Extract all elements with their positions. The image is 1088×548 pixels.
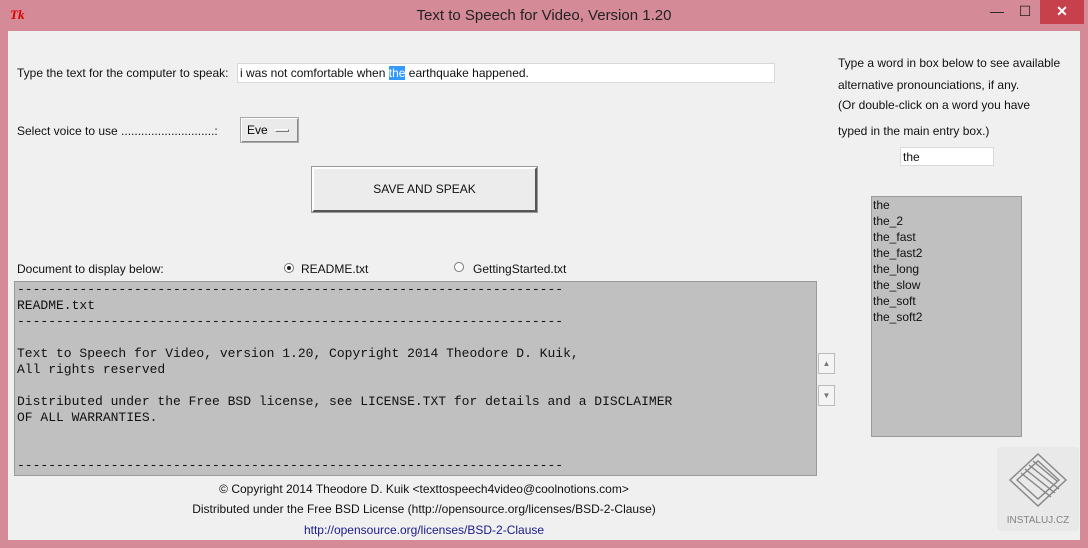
- close-button[interactable]: ✕: [1040, 0, 1084, 24]
- gettingstarted-radio-label: GettingStarted.txt: [473, 262, 567, 276]
- list-item[interactable]: the_soft: [872, 293, 1021, 309]
- list-item[interactable]: the_2: [872, 213, 1021, 229]
- window-title: Text to Speech for Video, Version 1.20: [416, 7, 672, 24]
- side-instruction-line: alternative pronounciations, if any.: [838, 78, 1020, 92]
- document-text-area[interactable]: ----------------------------------------…: [14, 281, 817, 476]
- watermark-logo-icon: [1008, 453, 1068, 507]
- document-line: Distributed under the Free BSD license, …: [17, 394, 673, 409]
- list-item[interactable]: the_long: [872, 261, 1021, 277]
- list-item[interactable]: the: [872, 197, 1021, 213]
- option-menu-indicator-icon: [275, 129, 289, 132]
- readme-radio-icon[interactable]: [284, 263, 294, 273]
- speech-text-before: i was not comfortable when: [240, 66, 389, 80]
- document-line: Text to Speech for Video, version 1.20, …: [17, 346, 579, 361]
- voice-label: Select voice to use ....................…: [17, 124, 218, 138]
- client-area: Type the text for the computer to speak:…: [8, 31, 1080, 540]
- watermark-badge: INSTALUJ.CZ: [997, 447, 1079, 531]
- word-input[interactable]: the: [900, 147, 994, 166]
- side-instruction-line: typed in the main entry box.): [838, 124, 990, 138]
- speech-text-input[interactable]: i was not comfortable when the earthquak…: [237, 63, 775, 83]
- minimize-button[interactable]: —: [984, 0, 1010, 24]
- list-item[interactable]: the_soft2: [872, 309, 1021, 325]
- watermark-text: INSTALUJ.CZ: [1006, 515, 1070, 526]
- maximize-button[interactable]: ☐: [1012, 0, 1038, 24]
- document-line: All rights reserved: [17, 362, 166, 377]
- save-and-speak-button[interactable]: SAVE AND SPEAK: [312, 167, 537, 212]
- scroll-up-button[interactable]: ▲: [818, 353, 835, 374]
- scroll-down-button[interactable]: ▼: [818, 385, 835, 406]
- list-item[interactable]: the_slow: [872, 277, 1021, 293]
- document-label: Document to display below:: [17, 262, 164, 276]
- document-line: ----------------------------------------…: [17, 314, 564, 329]
- readme-radio-option[interactable]: README.txt: [282, 261, 372, 277]
- voice-select-value: Eve: [247, 123, 268, 137]
- app-window: Tk Text to Speech for Video, Version 1.2…: [0, 0, 1088, 548]
- voice-select[interactable]: Eve: [240, 117, 299, 143]
- pronunciation-listbox[interactable]: the the_2 the_fast the_fast2 the_long th…: [871, 196, 1022, 437]
- side-instruction-line: Type a word in box below to see availabl…: [838, 56, 1061, 70]
- list-item[interactable]: the_fast: [872, 229, 1021, 245]
- document-line: OF ALL WARRANTIES.: [17, 410, 158, 425]
- text-entry-label: Type the text for the computer to speak:: [17, 66, 229, 80]
- title-bar[interactable]: Tk Text to Speech for Video, Version 1.2…: [0, 0, 1088, 31]
- document-line: ----------------------------------------…: [17, 458, 564, 473]
- list-item[interactable]: the_fast2: [872, 245, 1021, 261]
- footer-copyright: © Copyright 2014 Theodore D. Kuik <textt…: [219, 482, 629, 496]
- license-link[interactable]: http://opensource.org/licenses/BSD-2-Cla…: [8, 523, 840, 537]
- document-line: ----------------------------------------…: [17, 282, 564, 297]
- side-instruction-line: (Or double-click on a word you have: [838, 98, 1031, 112]
- document-line: README.txt: [17, 298, 96, 313]
- gettingstarted-radio-option[interactable]: GettingStarted.txt: [452, 261, 582, 277]
- speech-text-selection: the: [388, 66, 406, 80]
- footer-license: Distributed under the Free BSD License (…: [192, 502, 656, 516]
- readme-radio-label: README.txt: [301, 262, 369, 276]
- gettingstarted-radio-icon[interactable]: [454, 262, 464, 272]
- speech-text-after: earthquake happened.: [405, 66, 529, 80]
